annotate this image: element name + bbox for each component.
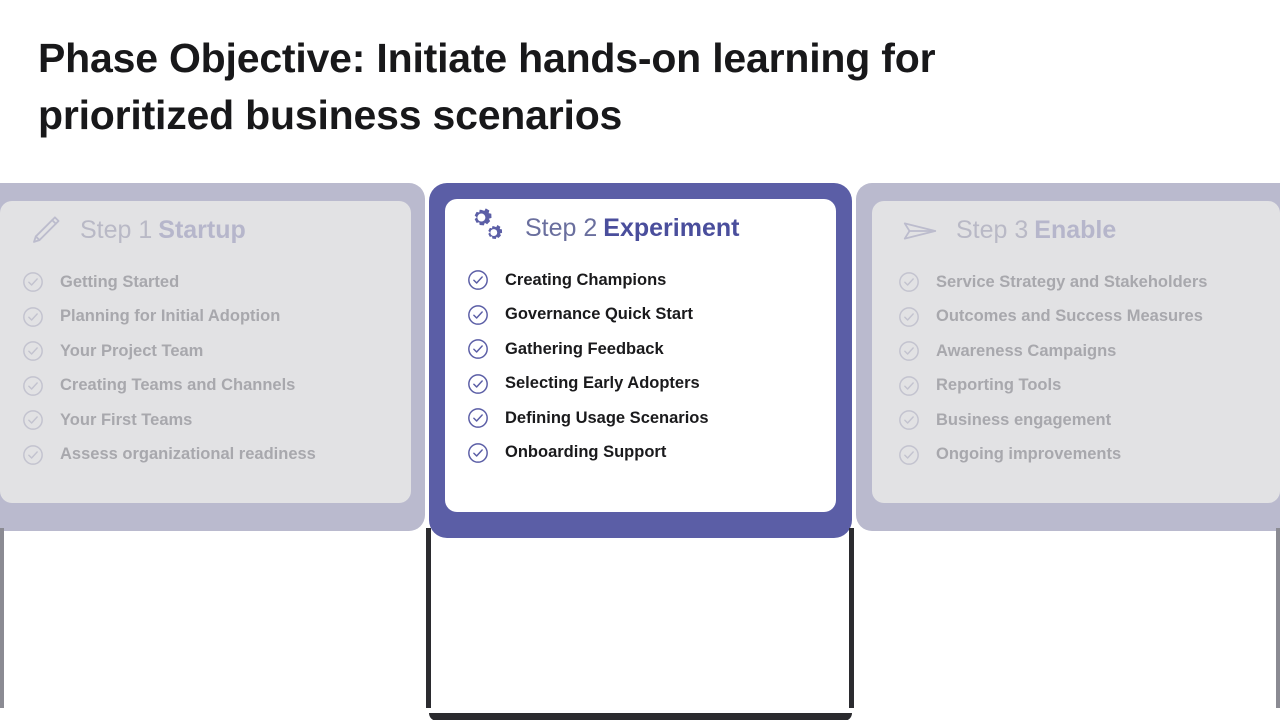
active-card-shadow-left [426, 528, 431, 708]
list-item-label: Gathering Feedback [505, 339, 664, 358]
card-step-label: Step 3 [956, 216, 1029, 245]
card-header: Step 2 Experiment [467, 203, 828, 255]
card-item-list: Getting Started Planning for Initial Ado… [22, 265, 401, 472]
list-item-label: Business engagement [936, 410, 1112, 429]
check-circle-icon [467, 304, 489, 326]
list-item[interactable]: Governance Quick Start [467, 298, 828, 333]
list-item[interactable]: Creating Teams and Channels [22, 369, 401, 404]
check-circle-icon [22, 375, 44, 397]
list-item[interactable]: Reporting Tools [898, 369, 1274, 404]
card-header: Step 3 Enable [898, 205, 1274, 257]
list-item-label: Creating Teams and Channels [60, 376, 296, 395]
card-name-label: Experiment [603, 214, 740, 243]
check-circle-icon [22, 444, 44, 466]
list-item[interactable]: Planning for Initial Adoption [22, 300, 401, 335]
active-card-shadow-right [849, 528, 854, 708]
card-step-label: Step 2 [525, 214, 598, 243]
card-shadow-left-edge [0, 528, 4, 708]
phase-cards-row: Step 1 Startup Getting Started Planning … [0, 183, 1280, 720]
card-title: Step 1 Startup [80, 217, 246, 245]
card-header: Step 1 Startup [22, 205, 401, 257]
card-name-label: Startup [158, 216, 246, 245]
check-circle-icon [467, 407, 489, 429]
list-item-label: Governance Quick Start [505, 305, 693, 324]
check-circle-icon [898, 409, 920, 431]
phase-card-startup[interactable]: Step 1 Startup Getting Started Planning … [0, 183, 425, 531]
card-shadow-right-edge [1276, 528, 1280, 708]
pencil-icon [22, 210, 66, 252]
list-item[interactable]: Your First Teams [22, 403, 401, 438]
card-item-list: Service Strategy and Stakeholders Outcom… [898, 265, 1274, 472]
list-item-label: Your Project Team [60, 341, 204, 360]
list-item[interactable]: Service Strategy and Stakeholders [898, 265, 1274, 300]
check-circle-icon [22, 340, 44, 362]
list-item-label: Awareness Campaigns [936, 341, 1117, 360]
list-item[interactable]: Creating Champions [467, 263, 828, 298]
check-circle-icon [467, 338, 489, 360]
list-item-label: Assess organizational readiness [60, 445, 316, 464]
list-item-label: Creating Champions [505, 270, 667, 289]
list-item-label: Service Strategy and Stakeholders [936, 272, 1208, 291]
check-circle-icon [898, 271, 920, 293]
gears-icon [467, 208, 511, 250]
check-circle-icon [898, 340, 920, 362]
list-item[interactable]: Assess organizational readiness [22, 438, 401, 473]
list-item-label: Ongoing improvements [936, 445, 1122, 464]
list-item[interactable]: Defining Usage Scenarios [467, 401, 828, 436]
check-circle-icon [467, 269, 489, 291]
list-item-label: Planning for Initial Adoption [60, 307, 281, 326]
page-title: Phase Objective: Initiate hands-on learn… [38, 35, 936, 138]
list-item-label: Reporting Tools [936, 376, 1062, 395]
card-content: Step 3 Enable Service Strategy and Stakeh… [856, 183, 1280, 531]
list-item[interactable]: Getting Started [22, 265, 401, 300]
check-circle-icon [22, 409, 44, 431]
list-item-label: Outcomes and Success Measures [936, 307, 1203, 326]
list-item[interactable]: Outcomes and Success Measures [898, 300, 1274, 335]
card-content: Step 1 Startup Getting Started Planning … [0, 183, 425, 531]
check-circle-icon [898, 375, 920, 397]
active-card-shadow-bottom [429, 713, 852, 720]
card-content: Step 2 Experiment Creating Champions Gov… [429, 183, 852, 538]
phase-card-enable[interactable]: Step 3 Enable Service Strategy and Stakeh… [856, 183, 1280, 531]
card-item-list: Creating Champions Governance Quick Star… [467, 263, 828, 470]
card-step-label: Step 1 [80, 216, 153, 245]
list-item[interactable]: Selecting Early Adopters [467, 367, 828, 402]
list-item-label: Selecting Early Adopters [505, 374, 700, 393]
list-item-label: Your First Teams [60, 410, 193, 429]
list-item[interactable]: Your Project Team [22, 334, 401, 369]
list-item-label: Defining Usage Scenarios [505, 408, 709, 427]
card-title: Step 3 Enable [956, 217, 1116, 245]
check-circle-icon [898, 444, 920, 466]
list-item-label: Getting Started [60, 272, 180, 291]
check-circle-icon [898, 306, 920, 328]
slide-canvas: Phase Objective: Initiate hands-on learn… [0, 0, 1280, 720]
list-item[interactable]: Onboarding Support [467, 436, 828, 471]
check-circle-icon [467, 373, 489, 395]
list-item[interactable]: Business engagement [898, 403, 1274, 438]
list-item-label: Onboarding Support [505, 443, 667, 462]
list-item[interactable]: Awareness Campaigns [898, 334, 1274, 369]
check-circle-icon [22, 271, 44, 293]
card-title: Step 2 Experiment [525, 215, 739, 243]
paper-plane-icon [898, 210, 942, 252]
card-name-label: Enable [1034, 216, 1117, 245]
list-item[interactable]: Ongoing improvements [898, 438, 1274, 473]
check-circle-icon [22, 306, 44, 328]
list-item[interactable]: Gathering Feedback [467, 332, 828, 367]
phase-card-experiment[interactable]: Step 2 Experiment Creating Champions Gov… [429, 183, 852, 538]
check-circle-icon [467, 442, 489, 464]
